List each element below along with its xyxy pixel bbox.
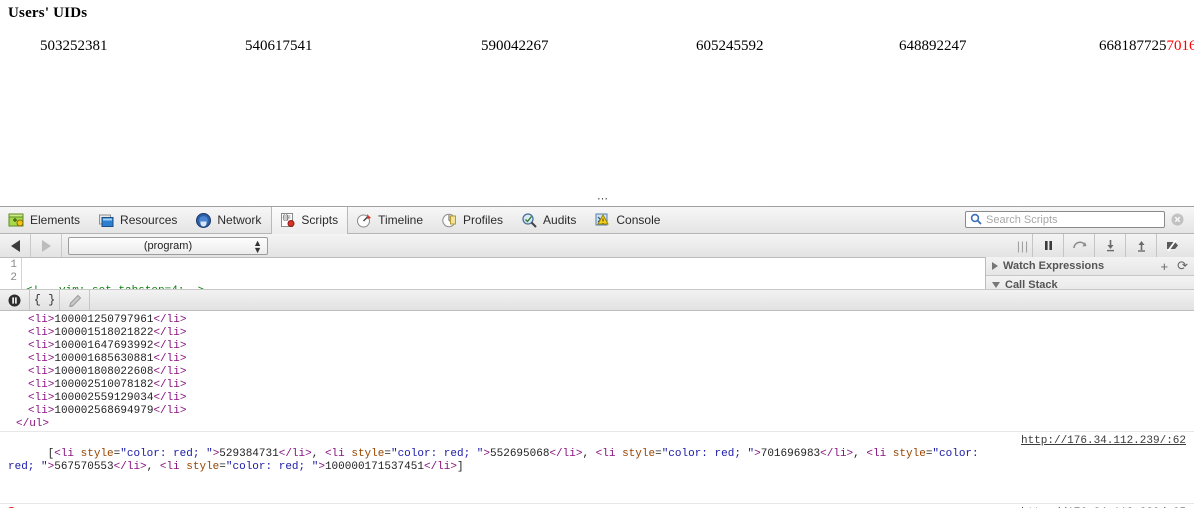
ul-close-tag: </ul> [0,418,1194,431]
chevron-down-icon [992,282,1000,288]
tab-console[interactable]: Console [586,207,670,234]
audits-icon [521,212,538,229]
navigate-forward-button[interactable] [31,234,62,257]
search-area [965,211,1184,228]
script-selector-dropdown[interactable]: (program) ▲▼ [68,237,268,255]
breakpoint-slash-icon [1164,239,1181,252]
line-number-gutter: 1 2 [0,258,22,289]
close-icon[interactable] [1171,213,1184,226]
refresh-watch-expressions-button[interactable]: ⟳ [1177,258,1188,274]
console-array-message[interactable]: [<li style="color: red; ">529384731</li>… [0,431,1194,503]
navigate-back-button[interactable] [0,234,31,257]
selected-script-label: (program) [144,240,192,252]
timeline-icon [356,212,373,229]
console-html-output: <li>100001250797961</li><li>100001518021… [0,311,1194,418]
tab-label: Console [616,213,660,227]
step-out-icon [1135,239,1148,252]
devtools-panel: Elements Resources Network {} [0,206,1194,507]
search-input[interactable] [965,211,1165,228]
step-out-button[interactable] [1126,234,1157,257]
svg-text:{}: {} [282,214,289,221]
panel-resize-grip[interactable]: ⋯ [596,194,610,204]
elements-icon [8,212,25,229]
uid-value: 701696983 [1167,36,1194,56]
step-over-button[interactable] [1064,234,1095,257]
chevron-right-icon [992,262,998,270]
tab-label: Audits [543,213,576,227]
console-html-line: <li>100001647693992</li> [0,340,1194,353]
tab-label: Elements [30,213,80,227]
debugger-controls: ||| [1014,234,1188,257]
console-icon [594,212,611,229]
pause-resume-button[interactable] [1033,234,1064,257]
line-number: 1 [0,259,17,272]
tab-scripts[interactable]: {} Scripts [271,207,348,234]
web-page-viewport: Users' UIDs 5032523815406175415900422676… [0,0,1194,206]
scripts-subtoolbar: (program) ▲▼ ||| [0,234,1194,258]
chevron-updown-icon: ▲▼ [253,240,262,254]
tab-timeline[interactable]: Timeline [348,207,433,234]
console-panel: <li>100001250797961</li><li>100001518021… [0,311,1194,508]
tab-elements[interactable]: Elements [0,207,90,234]
search-icon [970,213,982,225]
tab-label: Timeline [378,213,423,227]
resources-icon [98,212,115,229]
watch-expressions-section[interactable]: Watch Expressions + ⟳ [986,257,1194,276]
page-title: Users' UIDs [8,5,1194,22]
console-source-link[interactable]: http://176.34.112.239/:62 [1021,435,1186,448]
console-html-line: <li>100001808022608</li> [0,366,1194,379]
pause-icon [1042,239,1055,252]
edit-source-button[interactable] [60,290,90,310]
uid-list: 5032523815406175415900422676052455926488… [40,36,1194,56]
pretty-print-button[interactable]: { } [30,290,60,310]
console-html-line: <li>100001518021822</li> [0,327,1194,340]
tab-label: Scripts [301,213,338,227]
toggle-breakpoints-button[interactable] [1157,234,1188,257]
console-html-line: <li>100002510078182</li> [0,379,1194,392]
devtools-toolbar: Elements Resources Network {} [0,207,1194,234]
uid-value: 540617541 [245,36,481,56]
tab-label: Network [217,213,261,227]
profiles-icon [441,212,458,229]
tab-label: Resources [120,213,177,227]
pause-on-exceptions-button[interactable] [0,290,30,310]
uid-value: 590042267 [481,36,696,56]
uid-value: 668187725 [1099,36,1167,56]
tab-resources[interactable]: Resources [90,207,187,234]
console-html-line: <li>100001685630881</li> [0,353,1194,366]
scripts-icon: {} [279,212,296,229]
uid-value: 648892247 [899,36,1099,56]
console-html-line: <li>100002559129034</li> [0,392,1194,405]
console-html-line: <li>100002568694979</li> [0,405,1194,418]
editor-status-bar: { } [0,289,1194,311]
braces-icon: { } [34,293,56,307]
pencil-icon [67,294,82,307]
sidebar-resize-grip[interactable]: ||| [1014,234,1033,257]
tab-profiles[interactable]: Profiles [433,207,513,234]
uid-value: 503252381 [40,36,245,56]
tab-network[interactable]: Network [187,207,271,234]
add-watch-expression-button[interactable]: + [1161,259,1169,274]
step-over-icon [1072,239,1087,252]
array-output-content: [<li style="color: red; ">529384731</li>… [8,448,985,473]
step-into-button[interactable] [1095,234,1126,257]
console-html-line: <li>100001250797961</li> [0,314,1194,327]
network-icon [195,212,212,229]
watch-expressions-label: Watch Expressions [1003,260,1104,272]
tab-audits[interactable]: Audits [513,207,586,234]
uid-value: 605245592 [696,36,899,56]
tab-label: Profiles [463,213,503,227]
pause-circle-icon [8,294,21,307]
step-into-icon [1104,239,1117,252]
line-number: 2 [0,272,17,285]
